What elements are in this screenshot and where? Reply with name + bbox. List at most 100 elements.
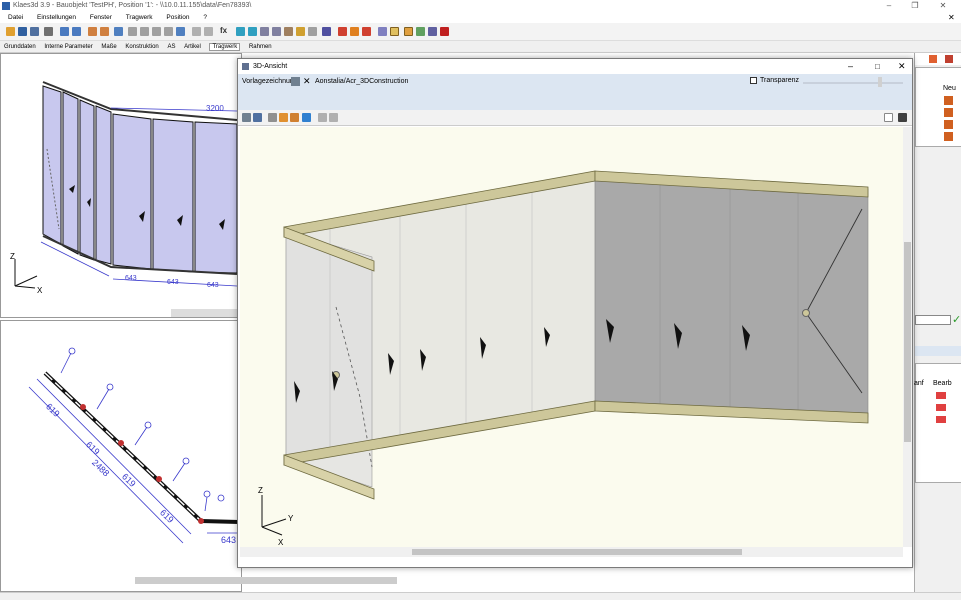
right-input[interactable]	[915, 315, 951, 325]
app-icon	[2, 2, 10, 10]
new-item-icon[interactable]	[944, 120, 953, 129]
dialog-maximize-icon[interactable]: □	[875, 59, 880, 74]
light-icon[interactable]	[296, 27, 305, 36]
help-icon[interactable]	[898, 113, 907, 122]
horizontal-scroll-thumb[interactable]	[412, 549, 742, 555]
top-drawing-pane[interactable]: 3200 643 643 643 Z X	[0, 53, 242, 318]
pin-icon[interactable]: ✕	[948, 12, 955, 23]
zoom-icon[interactable]	[114, 27, 123, 36]
dialog-close-icon[interactable]: ✕	[898, 59, 906, 74]
handle-pin	[204, 496, 208, 512]
box-icon[interactable]	[260, 27, 269, 36]
tab-masse[interactable]: Maße	[101, 44, 116, 50]
menu-help[interactable]: ?	[203, 14, 207, 21]
tool-a-icon[interactable]	[128, 27, 137, 36]
transparenz-checkbox[interactable]	[750, 77, 757, 84]
frame-c-icon[interactable]	[362, 27, 371, 36]
panel-icon-b[interactable]	[945, 55, 953, 63]
pan-icon[interactable]	[268, 113, 277, 122]
3d-viewport[interactable]: Z Y X	[240, 127, 903, 547]
print-icon[interactable]	[44, 27, 53, 36]
render-icon[interactable]	[253, 113, 262, 122]
right-panel-header	[915, 53, 961, 65]
tab-artikel[interactable]: Artikel	[184, 44, 201, 50]
export-icon[interactable]	[884, 113, 893, 122]
settings-icon[interactable]	[322, 27, 331, 36]
move-view-icon[interactable]	[302, 113, 311, 122]
vertical-scroll-thumb[interactable]	[904, 242, 911, 442]
tab-as[interactable]: AS	[167, 44, 175, 50]
next-view-icon[interactable]	[329, 113, 338, 122]
tab-interne-parameter[interactable]: Interne Parameter	[44, 44, 92, 50]
undo-icon[interactable]	[60, 27, 69, 36]
close-icon[interactable]: ✕	[930, 0, 956, 12]
edit-row-icon[interactable]	[936, 404, 946, 411]
fit-view-icon[interactable]	[242, 113, 251, 122]
handle-pin-head	[217, 494, 225, 502]
panel-icon-a[interactable]	[929, 55, 937, 63]
cube-icon[interactable]	[272, 27, 281, 36]
menu-tragwerk[interactable]: Tragwerk	[126, 14, 153, 21]
active-view-icon[interactable]	[404, 27, 413, 36]
grid-icon[interactable]	[416, 27, 425, 36]
save-all-icon[interactable]	[30, 27, 39, 36]
rotate-icon[interactable]	[284, 27, 293, 36]
formula-icon[interactable]: fx	[220, 26, 229, 35]
dialog-toolbar	[238, 110, 912, 126]
tool-d-icon[interactable]	[164, 27, 173, 36]
back-icon[interactable]	[88, 27, 97, 36]
layers-icon[interactable]	[428, 27, 437, 36]
menu-einstellungen[interactable]: Einstellungen	[37, 14, 76, 21]
tab-tragwerk[interactable]: Tragwerk	[209, 43, 241, 51]
edit-row-icon[interactable]	[936, 392, 946, 399]
menu-datei[interactable]: Datei	[8, 14, 23, 21]
tab-grunddaten[interactable]: Grunddaten	[4, 44, 36, 50]
transparenz-slider-thumb[interactable]	[878, 77, 882, 87]
frame-icon[interactable]	[338, 27, 347, 36]
save-icon[interactable]	[18, 27, 27, 36]
new-item-icon[interactable]	[944, 96, 953, 105]
dim-label: 619	[158, 507, 176, 525]
eye-icon[interactable]	[390, 27, 399, 36]
menu-position[interactable]: Position	[166, 14, 189, 21]
handle-pin-head	[203, 490, 211, 498]
restore-icon[interactable]: ❐	[902, 0, 928, 12]
y-axis	[261, 518, 287, 528]
menu-fenster[interactable]: Fenster	[90, 14, 112, 21]
new-item-icon[interactable]	[944, 132, 953, 141]
transparenz-slider[interactable]	[803, 82, 903, 84]
exit-icon[interactable]	[440, 27, 449, 36]
play-step-icon[interactable]	[248, 27, 257, 36]
orbit-icon[interactable]	[279, 113, 288, 122]
col-anf-header: anf	[914, 380, 924, 387]
col-bearb-header: Bearb	[933, 380, 952, 387]
tab-rahmen[interactable]: Rahmen	[249, 44, 272, 50]
clear-icon[interactable]: ✕	[303, 76, 311, 87]
edit-row-icon[interactable]	[936, 416, 946, 423]
browse-icon[interactable]	[291, 77, 300, 86]
top-pane-scrollbar[interactable]	[171, 309, 241, 317]
triangle-icon[interactable]	[308, 27, 317, 36]
pen-icon[interactable]	[378, 27, 387, 36]
new-item-icon[interactable]	[944, 108, 953, 117]
rotate-view-icon[interactable]	[290, 113, 299, 122]
bottom-drawing-pane[interactable]: 619 619 619 619 2488 643	[0, 320, 397, 592]
bottom-pane-scrollbar[interactable]	[135, 577, 397, 584]
tool-b-icon[interactable]	[140, 27, 149, 36]
open-icon[interactable]	[6, 27, 15, 36]
move-icon[interactable]	[176, 27, 185, 36]
left-arrow-icon[interactable]	[192, 27, 201, 36]
minimize-icon[interactable]: –	[876, 0, 902, 12]
dialog-minimize-icon[interactable]: –	[848, 59, 853, 74]
prev-view-icon[interactable]	[318, 113, 327, 122]
forward-icon[interactable]	[100, 27, 109, 36]
viewport-vertical-scrollbar[interactable]	[903, 127, 912, 547]
frame-b-icon[interactable]	[350, 27, 359, 36]
play-icon[interactable]	[236, 27, 245, 36]
check-icon[interactable]: ✓	[952, 313, 961, 326]
redo-icon[interactable]	[72, 27, 81, 36]
viewport-horizontal-scrollbar[interactable]	[240, 547, 903, 557]
right-arrow-icon[interactable]	[204, 27, 213, 36]
tool-c-icon[interactable]	[152, 27, 161, 36]
tab-konstruktion[interactable]: Konstruktion	[125, 44, 158, 50]
